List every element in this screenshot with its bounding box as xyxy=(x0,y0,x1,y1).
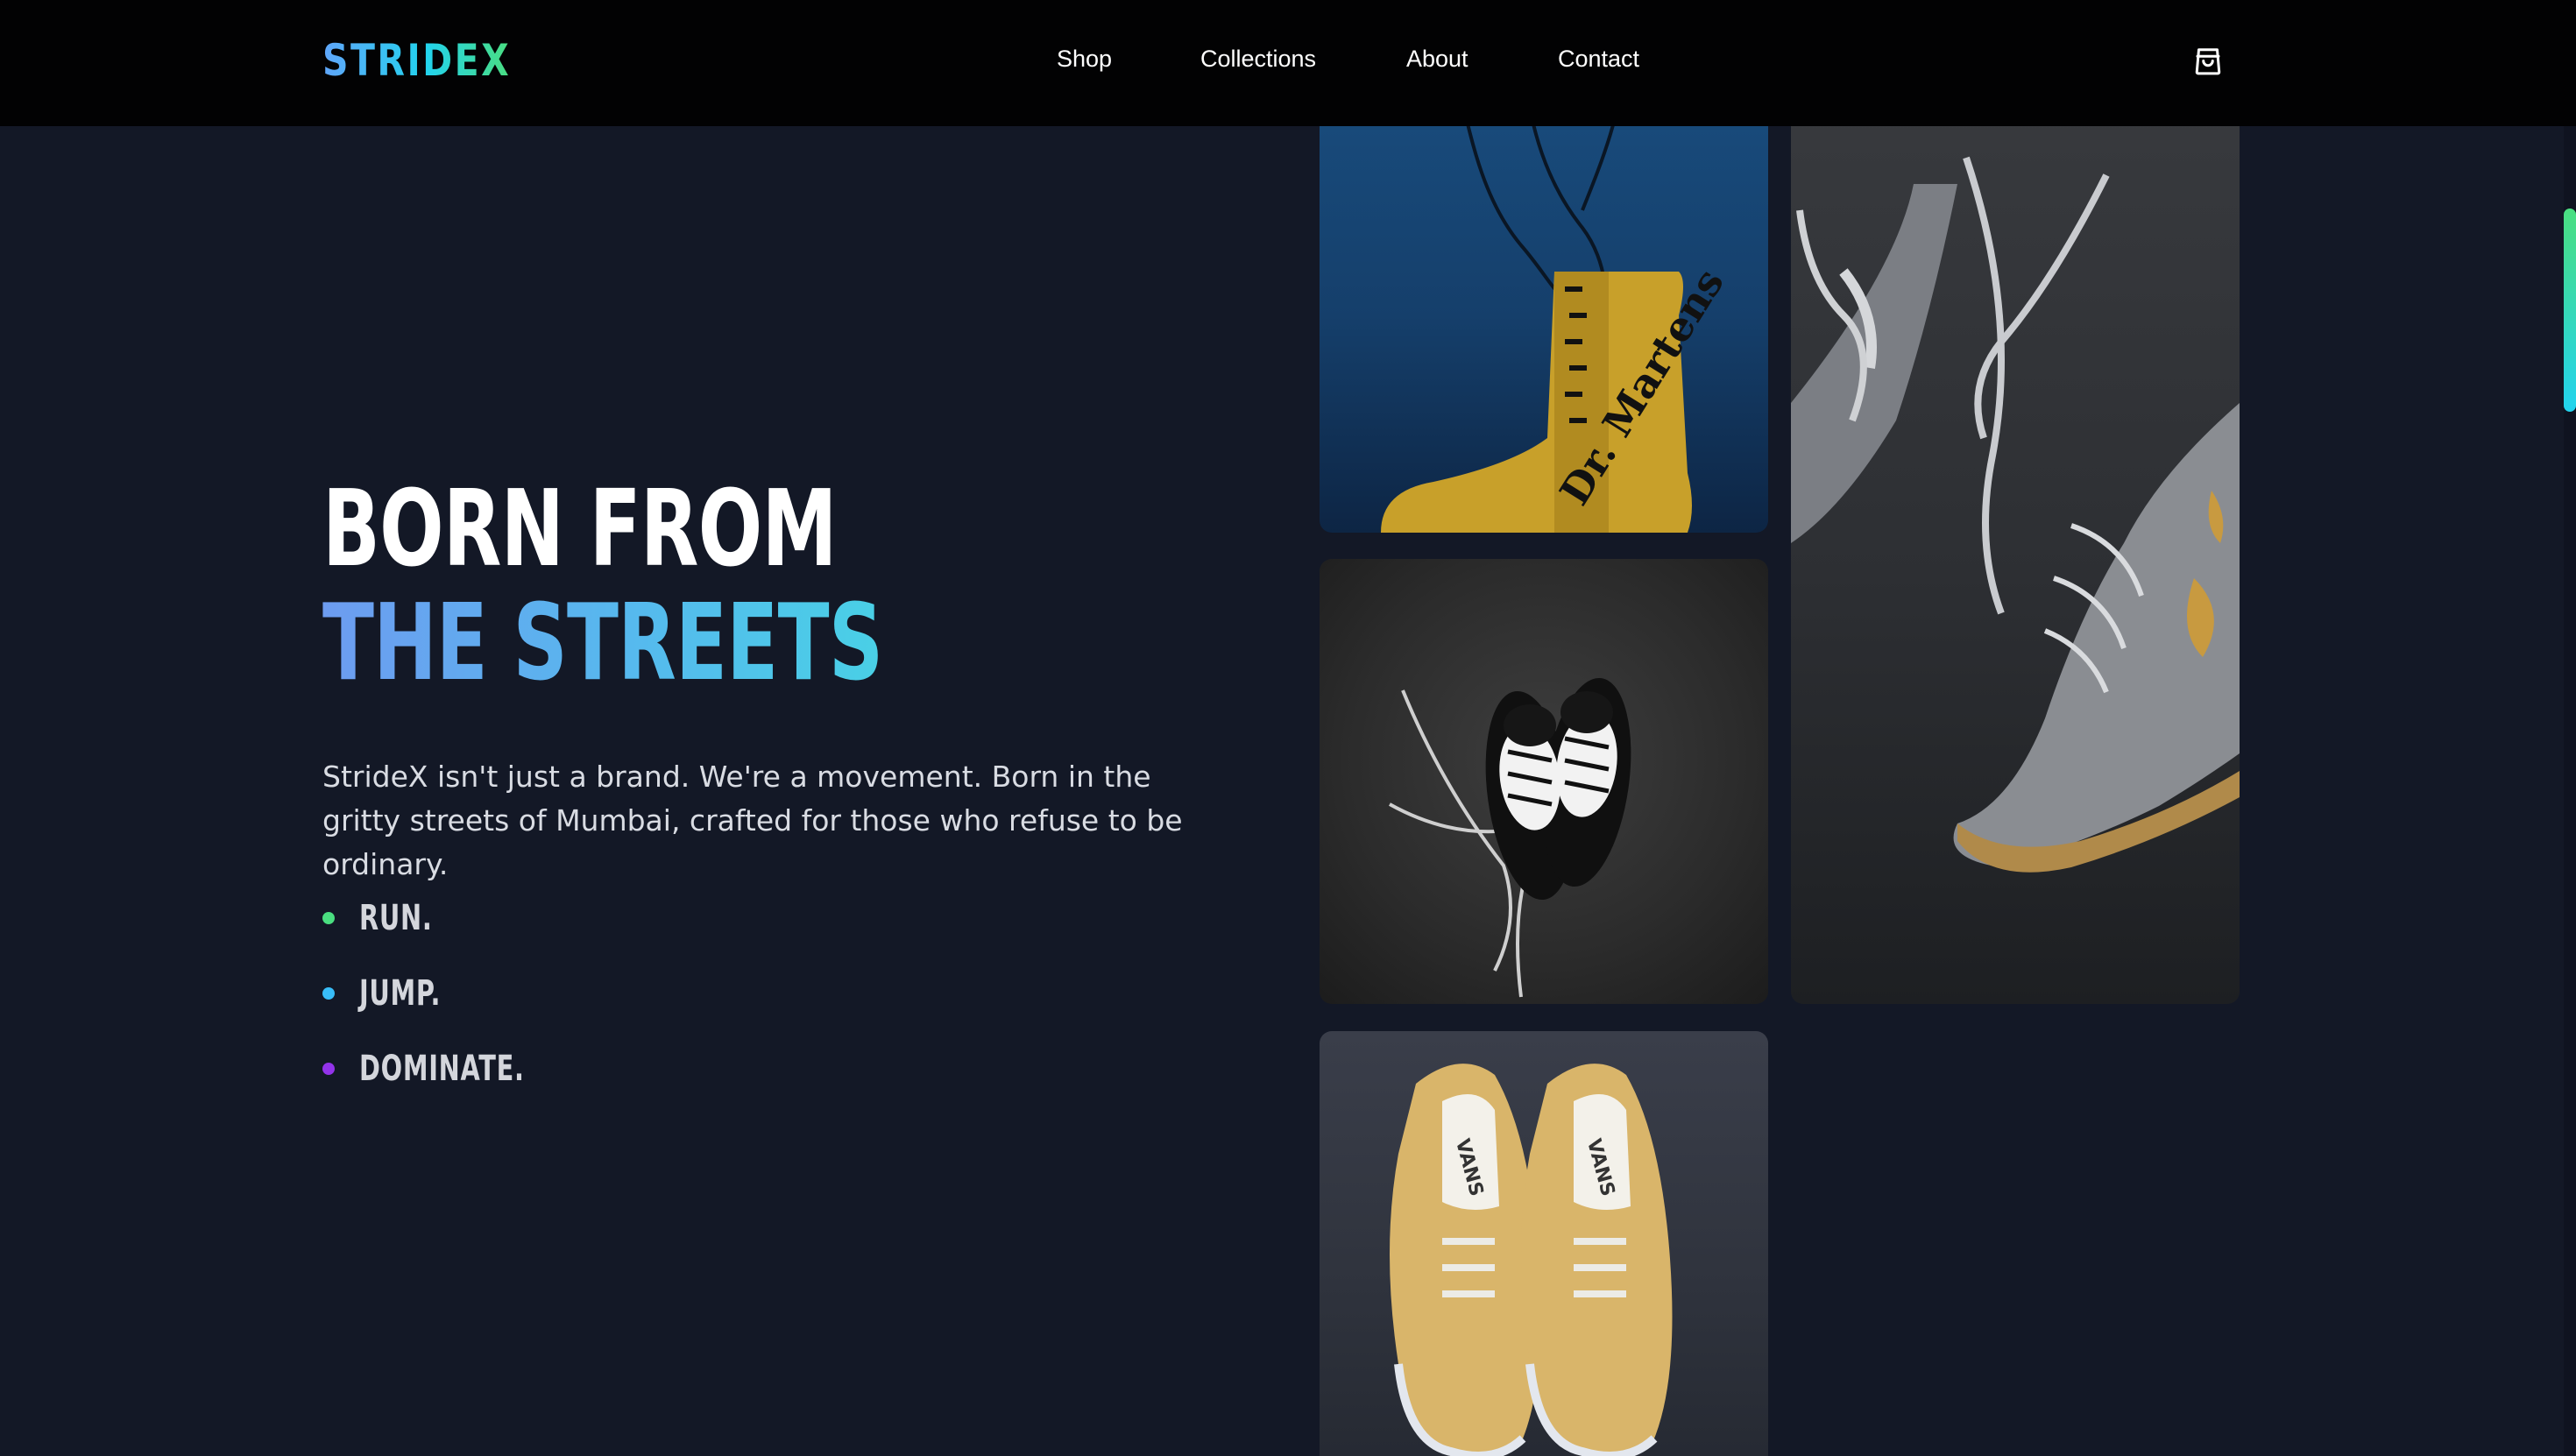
shopping-bag-icon xyxy=(2195,48,2221,75)
nav-link-contact[interactable]: Contact xyxy=(1558,46,1639,73)
hero-title: BORN FROM THE STREETS xyxy=(322,469,883,704)
bullet-dot xyxy=(322,912,335,924)
black-sneakers-photo xyxy=(1389,677,1631,998)
stridex-logo[interactable]: STRIDEX xyxy=(322,35,511,86)
yellow-sneakers-photo: VANS VANS xyxy=(1390,1064,1673,1456)
bullet-dot xyxy=(322,987,335,1000)
bullet-item-run: RUN. xyxy=(322,880,589,956)
gray-sneakers-photo xyxy=(1791,156,2240,873)
bullet-dot xyxy=(322,1063,335,1075)
bullet-text-jump: JUMP. xyxy=(359,973,442,1014)
bullet-text-dominate: DOMINATE. xyxy=(359,1049,525,1089)
gallery-image-black-sneakers[interactable] xyxy=(1320,559,1768,1004)
gallery-image-yellow-sneakers[interactable]: VANS VANS xyxy=(1320,1031,1768,1456)
bullet-item-jump: JUMP. xyxy=(322,956,589,1031)
nav-link-about[interactable]: About xyxy=(1406,46,1468,73)
hero-description: StrideX isn't just a brand. We're a move… xyxy=(322,760,1183,881)
bullet-text-run: RUN. xyxy=(359,898,433,938)
hero-title-line2: THE STREETS xyxy=(322,583,883,704)
nav-link-shop[interactable]: Shop xyxy=(1057,46,1112,73)
nav-link-collections[interactable]: Collections xyxy=(1200,46,1316,73)
bullet-item-dominate: DOMINATE. xyxy=(322,1031,589,1106)
cart-button[interactable] xyxy=(2192,46,2224,79)
scrollbar-thumb[interactable] xyxy=(2564,209,2576,412)
hero-title-line1: BORN FROM xyxy=(322,469,837,590)
navbar: STRIDEX Shop Collections About Contact xyxy=(0,0,2576,126)
gallery-image-gray-sneakers[interactable] xyxy=(1791,53,2240,1004)
bullet-list: RUN. JUMP. DOMINATE. xyxy=(322,880,589,1106)
